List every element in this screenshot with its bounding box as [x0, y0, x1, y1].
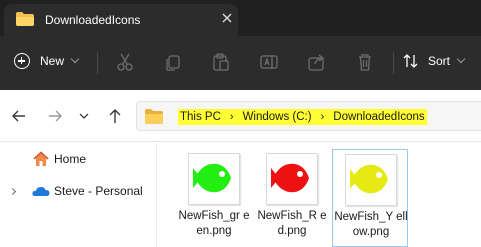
sort-icon [403, 54, 418, 68]
file-view: NewFish_gr een.png NewFish_R ed.png NewF… [158, 143, 481, 247]
breadcrumb-windows-c[interactable]: Windows (C:) [243, 111, 312, 123]
breadcrumb-separator-icon: › [229, 111, 234, 123]
breadcrumb-downloadedicons[interactable]: DownloadedIcons [333, 111, 424, 123]
folder-icon [145, 109, 163, 124]
sidebar-item-home[interactable]: Home [0, 146, 156, 172]
sidebar-item-label: Home [54, 152, 87, 166]
file-name: NewFish_gr een.png [178, 210, 250, 237]
new-button-label: New [40, 54, 65, 68]
file-name: NewFish_R ed.png [257, 210, 327, 237]
sidebar-item-steve-personal[interactable]: Steve - Personal [0, 178, 156, 204]
chevron-down-icon [456, 54, 466, 64]
new-button[interactable]: New [14, 48, 80, 74]
forward-arrow-icon[interactable] [46, 107, 64, 125]
file-item-selected[interactable]: NewFish_Y ellow.png [332, 149, 408, 247]
breadcrumb-separator-icon: › [320, 111, 325, 123]
folder-icon [16, 12, 34, 26]
close-icon[interactable] [220, 11, 234, 25]
sort-button[interactable]: Sort [403, 48, 466, 74]
file-item[interactable]: NewFish_R ed.png [254, 149, 330, 247]
cut-icon[interactable] [114, 51, 136, 73]
tab-title: DownloadedIcons [45, 13, 141, 27]
sort-button-label: Sort [428, 54, 451, 68]
toolbar-divider [97, 52, 98, 74]
title-bar: DownloadedIcons [0, 0, 481, 36]
command-bar: New Sort [0, 36, 481, 90]
toolbar-divider [393, 52, 394, 74]
up-arrow-icon[interactable] [106, 107, 124, 125]
share-icon[interactable] [306, 51, 328, 73]
navigation-pane: Home Steve - Personal [0, 143, 157, 247]
copy-icon[interactable] [162, 51, 184, 73]
chevron-right-icon[interactable] [8, 187, 17, 195]
breadcrumb: This PC › Windows (C:) › DownloadedIcons [178, 109, 427, 125]
sidebar-item-label: Steve - Personal [54, 184, 143, 198]
file-thumbnail [266, 153, 318, 205]
breadcrumb-this-pc[interactable]: This PC [180, 111, 221, 123]
navigation-bar: This PC › Windows (C:) › DownloadedIcons [0, 90, 481, 142]
tab-downloadedicons[interactable]: DownloadedIcons [4, 4, 238, 36]
plus-icon [14, 53, 30, 69]
fish-icon [193, 163, 231, 193]
file-thumbnail [188, 153, 240, 205]
file-thumbnail [345, 154, 397, 206]
chevron-down-icon [70, 54, 80, 64]
rename-icon[interactable] [258, 51, 280, 73]
fish-icon [350, 164, 388, 194]
back-arrow-icon[interactable] [10, 107, 28, 125]
file-item[interactable]: NewFish_gr een.png [176, 149, 252, 247]
address-bar[interactable]: This PC › Windows (C:) › DownloadedIcons [136, 101, 481, 131]
onedrive-cloud-icon [32, 187, 50, 196]
fish-icon [271, 163, 309, 193]
chevron-down-icon[interactable] [75, 107, 93, 125]
file-name: NewFish_Y ellow.png [334, 211, 408, 238]
home-icon [33, 151, 49, 166]
delete-icon[interactable] [354, 51, 376, 73]
paste-icon[interactable] [210, 51, 232, 73]
